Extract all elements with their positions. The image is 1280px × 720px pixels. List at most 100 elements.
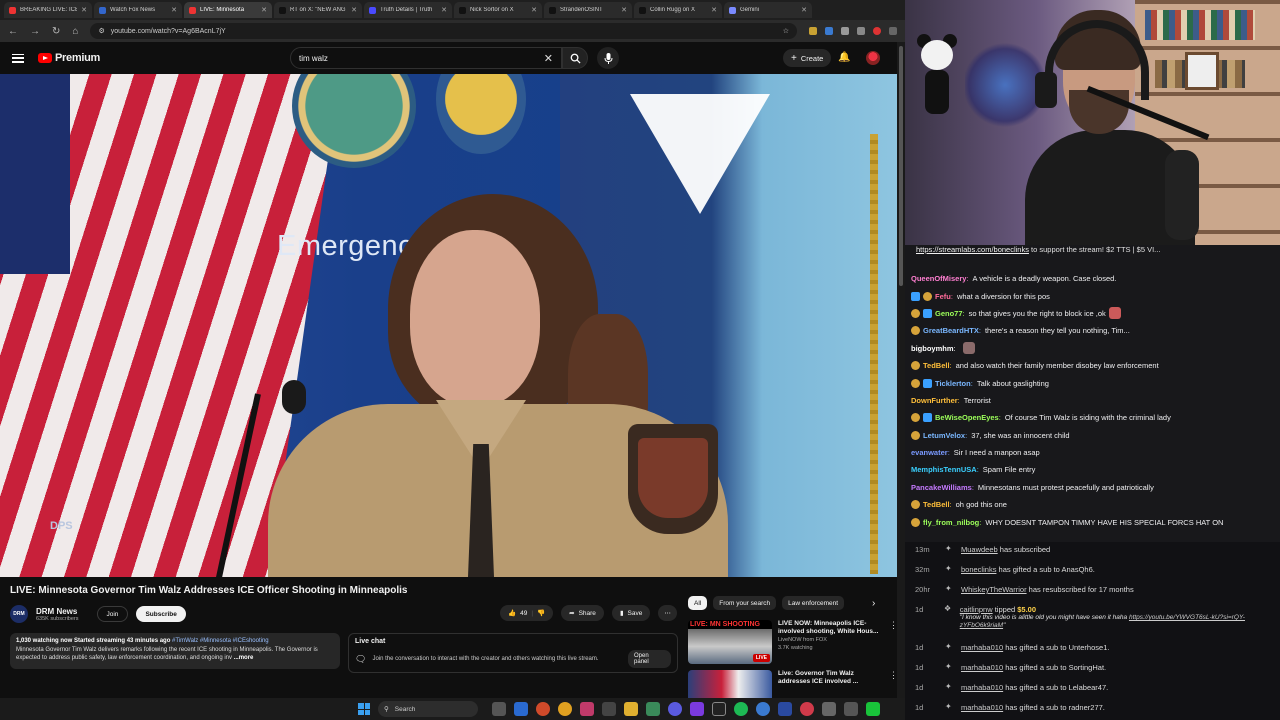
home-icon[interactable]: ⌂ <box>72 26 78 37</box>
open-panel-button[interactable]: Open panel <box>628 650 671 668</box>
chat-username[interactable]: BeWiseOpenEyes <box>935 413 999 422</box>
recommendation-item[interactable]: Live: Governor Tim Walz addresses ICE in… <box>688 670 898 698</box>
browser-tab[interactable]: StrandenOSINT ✕ <box>544 2 632 18</box>
recommendation-thumbnail[interactable]: LIVE: MN SHOOTING LIVE <box>688 620 772 664</box>
save-button[interactable]: ▮ Save <box>611 605 651 621</box>
more-link[interactable]: ...more <box>234 655 254 661</box>
extension-icon[interactable] <box>857 27 865 35</box>
tab-close-icon[interactable]: ✕ <box>711 6 717 14</box>
chat-username[interactable]: LetumVelox <box>923 431 965 440</box>
task-view-icon[interactable] <box>492 702 506 716</box>
create-button[interactable]: + Create <box>783 49 832 67</box>
app-icon[interactable] <box>756 702 770 716</box>
site-info-icon[interactable]: ⚙ <box>98 27 104 35</box>
spotify-icon[interactable] <box>734 702 748 716</box>
channel-name[interactable]: DRM News <box>36 607 79 616</box>
back-icon[interactable]: ← <box>8 26 18 37</box>
forward-icon[interactable]: → <box>30 26 40 37</box>
chat-username[interactable]: MemphisTennUSA <box>911 465 977 474</box>
app-icon[interactable] <box>822 702 836 716</box>
voice-search-button[interactable] <box>597 47 619 69</box>
search-input[interactable]: tim walz ✕ <box>290 47 562 69</box>
video-player[interactable]: Emergency DPS <box>0 74 897 577</box>
extension-icon[interactable] <box>841 27 849 35</box>
app-icon[interactable] <box>866 702 880 716</box>
event-user[interactable]: marhaba010 <box>961 643 1003 652</box>
taskbar-search[interactable]: ⚲ Search <box>378 701 478 717</box>
browser-tab[interactable]: RT on X: "NEW ANG ✕ <box>274 2 362 18</box>
event-user[interactable]: boneclinks <box>961 565 996 574</box>
event-user[interactable]: caitlinpnw <box>960 605 993 614</box>
app-icon[interactable] <box>690 702 704 716</box>
youtube-logo[interactable]: Premium <box>38 52 100 64</box>
donation-link[interactable]: https://streamlabs.com/boneclinks <box>916 245 1029 254</box>
app-icon[interactable] <box>602 702 616 716</box>
tab-close-icon[interactable]: ✕ <box>801 6 807 14</box>
windows-start-icon[interactable] <box>358 703 370 715</box>
tab-close-icon[interactable]: ✕ <box>351 6 357 14</box>
chat-username[interactable]: Fefu <box>935 292 951 301</box>
description-box[interactable]: 1,030 watching now Started streaming 43 … <box>10 633 340 669</box>
browser-tab[interactable]: BREAKING LIVE: ICE ✕ <box>4 2 92 18</box>
clear-search-icon[interactable]: ✕ <box>544 52 553 65</box>
chrome-icon[interactable] <box>536 702 550 716</box>
app-icon[interactable] <box>800 702 814 716</box>
event-user[interactable]: marhaba010 <box>961 703 1003 712</box>
thumbs-down-icon[interactable]: 👎 <box>537 609 545 617</box>
chrome-canary-icon[interactable] <box>558 702 572 716</box>
tab-close-icon[interactable]: ✕ <box>531 6 537 14</box>
browser-tab[interactable]: Collin Rugg on X ✕ <box>634 2 722 18</box>
reload-icon[interactable]: ↻ <box>52 26 60 37</box>
chat-username[interactable]: DownFurther <box>911 396 958 405</box>
tab-close-icon[interactable]: ✕ <box>261 6 267 14</box>
chat-username[interactable]: TedBell <box>923 500 950 509</box>
filter-chip[interactable]: From your search <box>713 596 777 610</box>
app-icon[interactable] <box>668 702 682 716</box>
browser-menu-icon[interactable] <box>889 27 897 35</box>
recommendation-item[interactable]: LIVE: MN SHOOTING LIVE LIVE NOW: Minneap… <box>688 620 898 664</box>
subscribe-button[interactable]: Subscribe <box>136 606 186 622</box>
hamburger-menu-icon[interactable] <box>12 53 24 63</box>
browser-tab[interactable]: Nick Sortor on X ✕ <box>454 2 542 18</box>
filter-chip[interactable]: Law enforcement <box>782 596 845 610</box>
share-button[interactable]: ➦ Share <box>561 605 604 621</box>
event-user[interactable]: WhiskeyTheWarrior <box>961 585 1027 594</box>
file-explorer-icon[interactable] <box>624 702 638 716</box>
join-button[interactable]: Join <box>96 606 129 622</box>
account-avatar[interactable] <box>866 51 880 65</box>
profile-icon[interactable] <box>873 27 881 35</box>
chat-username[interactable]: bigboymhm <box>911 344 954 353</box>
recommendation-title[interactable]: LIVE NOW: Minneapolis ICE-involved shoot… <box>778 620 883 636</box>
chat-username[interactable]: PancakeWilliams <box>911 483 972 492</box>
app-icon[interactable] <box>646 702 660 716</box>
hashtags[interactable]: #TimWalz #Minnesota #ICEshooting <box>172 638 269 644</box>
page-scrollbar[interactable] <box>897 42 905 698</box>
more-actions-button[interactable]: ⋯ <box>658 605 677 621</box>
tab-close-icon[interactable]: ✕ <box>171 6 177 14</box>
app-icon[interactable] <box>712 702 726 716</box>
tab-close-icon[interactable]: ✕ <box>441 6 447 14</box>
event-user[interactable]: marhaba010 <box>961 663 1003 672</box>
search-button[interactable] <box>562 47 588 69</box>
chat-username[interactable]: TedBell <box>923 361 950 370</box>
thumbs-up-icon[interactable]: 👍 <box>508 609 516 617</box>
browser-tab[interactable]: Watch Fox News ✕ <box>94 2 182 18</box>
edge-icon[interactable] <box>514 702 528 716</box>
app-icon[interactable] <box>778 702 792 716</box>
recommendation-thumbnail[interactable] <box>688 670 772 698</box>
tab-close-icon[interactable]: ✕ <box>81 6 87 14</box>
extension-icon[interactable] <box>809 27 817 35</box>
chat-username[interactable]: QueenOfMisery <box>911 274 966 283</box>
recommendation-title[interactable]: Live: Governor Tim Walz addresses ICE in… <box>778 670 883 686</box>
event-user[interactable]: Muawdeeb <box>961 545 998 554</box>
app-icon[interactable] <box>580 702 594 716</box>
app-icon[interactable] <box>844 702 858 716</box>
chat-username[interactable]: fly_from_nilbog <box>923 518 979 527</box>
extension-icon[interactable] <box>825 27 833 35</box>
url-field[interactable]: ⚙ youtube.com/watch?v=Ag6BAcnL7jY ☆ <box>90 23 797 39</box>
filter-chip[interactable]: All <box>688 596 708 610</box>
browser-tab[interactable]: Gemini ✕ <box>724 2 812 18</box>
chat-username[interactable]: evanwater <box>911 448 948 457</box>
notifications-bell-icon[interactable]: 🔔 <box>838 52 850 63</box>
channel-avatar[interactable]: DRM <box>10 605 28 623</box>
